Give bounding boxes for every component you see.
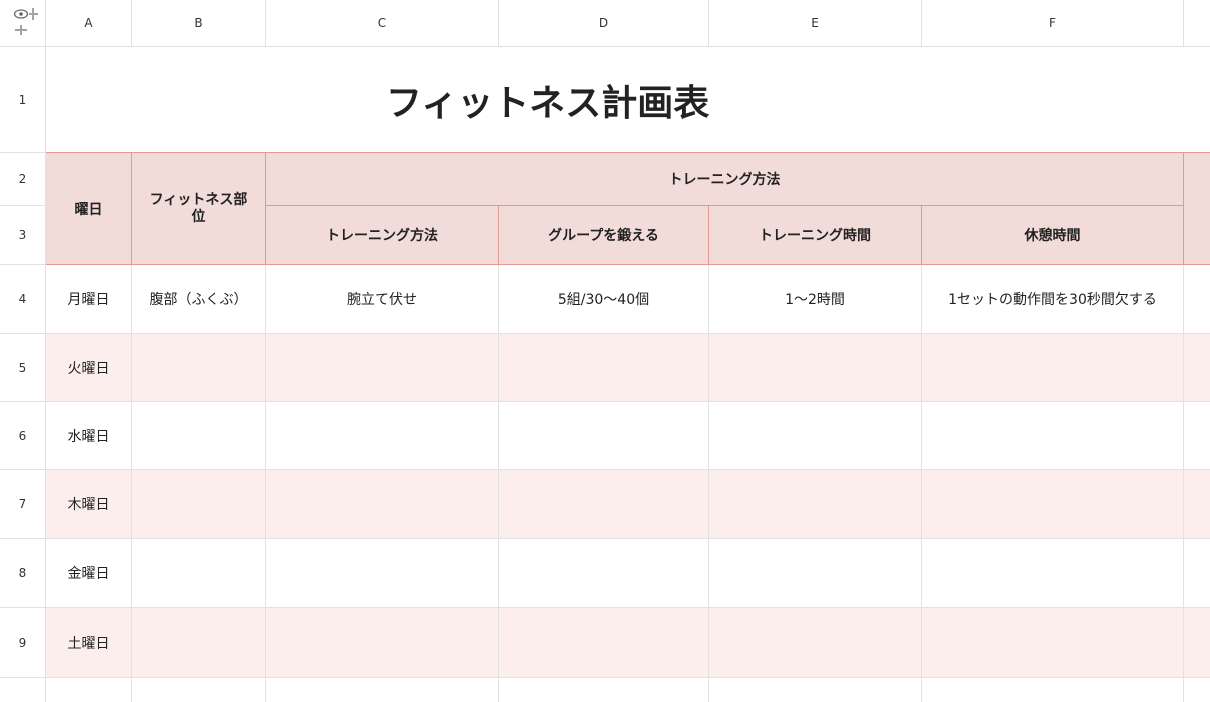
- cell-part[interactable]: [132, 402, 266, 470]
- cell-time[interactable]: [709, 402, 922, 470]
- cell-time[interactable]: 1～2時間: [709, 265, 922, 334]
- spreadsheet: A B C D E F 1 2 3 4 5 6 7 8 9 フィットネス計画表 …: [0, 0, 1210, 702]
- row-header-9[interactable]: 9: [0, 608, 46, 678]
- cell-group[interactable]: [499, 470, 709, 539]
- header-part[interactable]: フィットネス部位: [132, 153, 266, 265]
- header-group[interactable]: グループを鍛える: [499, 206, 709, 265]
- cell-part[interactable]: [132, 608, 266, 678]
- cell-day[interactable]: 火曜日: [46, 334, 132, 402]
- header-time[interactable]: トレーニング時間: [709, 206, 922, 265]
- column-header-e[interactable]: E: [709, 0, 922, 47]
- row-header-6[interactable]: 6: [0, 402, 46, 470]
- column-header-c[interactable]: C: [266, 0, 499, 47]
- row-header-2[interactable]: 2: [0, 153, 46, 206]
- cell-part[interactable]: [132, 539, 266, 608]
- row-header-7[interactable]: 7: [0, 470, 46, 539]
- cell-method[interactable]: [266, 334, 499, 402]
- cell-group[interactable]: 5組/30～40個: [499, 265, 709, 334]
- cell-empty[interactable]: [1184, 678, 1210, 702]
- header-day[interactable]: 曜日: [46, 153, 132, 265]
- column-header-a[interactable]: A: [46, 0, 132, 47]
- cell-day[interactable]: 水曜日: [46, 402, 132, 470]
- cell-rest[interactable]: [922, 402, 1184, 470]
- cell-rest[interactable]: [922, 539, 1184, 608]
- row-header-10[interactable]: [0, 678, 46, 702]
- cell-group[interactable]: [499, 539, 709, 608]
- cell-day[interactable]: 金曜日: [46, 539, 132, 608]
- cell-group[interactable]: [499, 334, 709, 402]
- cell-time[interactable]: [709, 334, 922, 402]
- cell-extra[interactable]: [1184, 539, 1210, 608]
- cell-method[interactable]: [266, 470, 499, 539]
- cell-rest[interactable]: [922, 608, 1184, 678]
- cell-time[interactable]: [709, 470, 922, 539]
- row-header-4[interactable]: 4: [0, 265, 46, 334]
- cell-extra[interactable]: [1184, 470, 1210, 539]
- cell-empty[interactable]: [922, 678, 1184, 702]
- cell-extra[interactable]: [1184, 334, 1210, 402]
- cell-day[interactable]: 木曜日: [46, 470, 132, 539]
- cell-extra[interactable]: [1184, 265, 1210, 334]
- header-rest[interactable]: 休憩時間: [922, 206, 1184, 265]
- column-header-f[interactable]: F: [922, 0, 1184, 47]
- header-extra[interactable]: [1184, 153, 1210, 265]
- cell-rest[interactable]: [922, 470, 1184, 539]
- cell-method[interactable]: [266, 402, 499, 470]
- cell-time[interactable]: [709, 539, 922, 608]
- cell-empty[interactable]: [46, 678, 132, 702]
- cell-group[interactable]: [499, 608, 709, 678]
- column-header-g[interactable]: [1184, 0, 1210, 47]
- cell-extra[interactable]: [1184, 608, 1210, 678]
- cell-method[interactable]: 腕立て伏せ: [266, 265, 499, 334]
- sheet-title[interactable]: フィットネス計画表: [46, 47, 1210, 153]
- row-header-5[interactable]: 5: [0, 334, 46, 402]
- corner-cell[interactable]: [0, 0, 46, 47]
- cell-empty[interactable]: [499, 678, 709, 702]
- cell-part[interactable]: [132, 334, 266, 402]
- cell-day[interactable]: 土曜日: [46, 608, 132, 678]
- cell-method[interactable]: [266, 608, 499, 678]
- cell-empty[interactable]: [132, 678, 266, 702]
- cell-extra[interactable]: [1184, 402, 1210, 470]
- view-freeze-icon[interactable]: [13, 6, 39, 42]
- header-training-method-group[interactable]: トレーニング方法: [266, 153, 1184, 206]
- cell-group[interactable]: [499, 402, 709, 470]
- column-header-b[interactable]: B: [132, 0, 266, 47]
- cell-method[interactable]: [266, 539, 499, 608]
- cell-rest[interactable]: 1セットの動作間を30秒間欠する: [922, 265, 1184, 334]
- cell-empty[interactable]: [266, 678, 499, 702]
- cell-time[interactable]: [709, 608, 922, 678]
- row-header-1[interactable]: 1: [0, 47, 46, 153]
- header-method[interactable]: トレーニング方法: [266, 206, 499, 265]
- row-header-3[interactable]: 3: [0, 206, 46, 265]
- cell-part[interactable]: [132, 470, 266, 539]
- cell-day[interactable]: 月曜日: [46, 265, 132, 334]
- row-header-8[interactable]: 8: [0, 539, 46, 608]
- cell-part[interactable]: 腹部（ふくぶ）: [132, 265, 266, 334]
- cell-rest[interactable]: [922, 334, 1184, 402]
- column-header-d[interactable]: D: [499, 0, 709, 47]
- cell-empty[interactable]: [709, 678, 922, 702]
